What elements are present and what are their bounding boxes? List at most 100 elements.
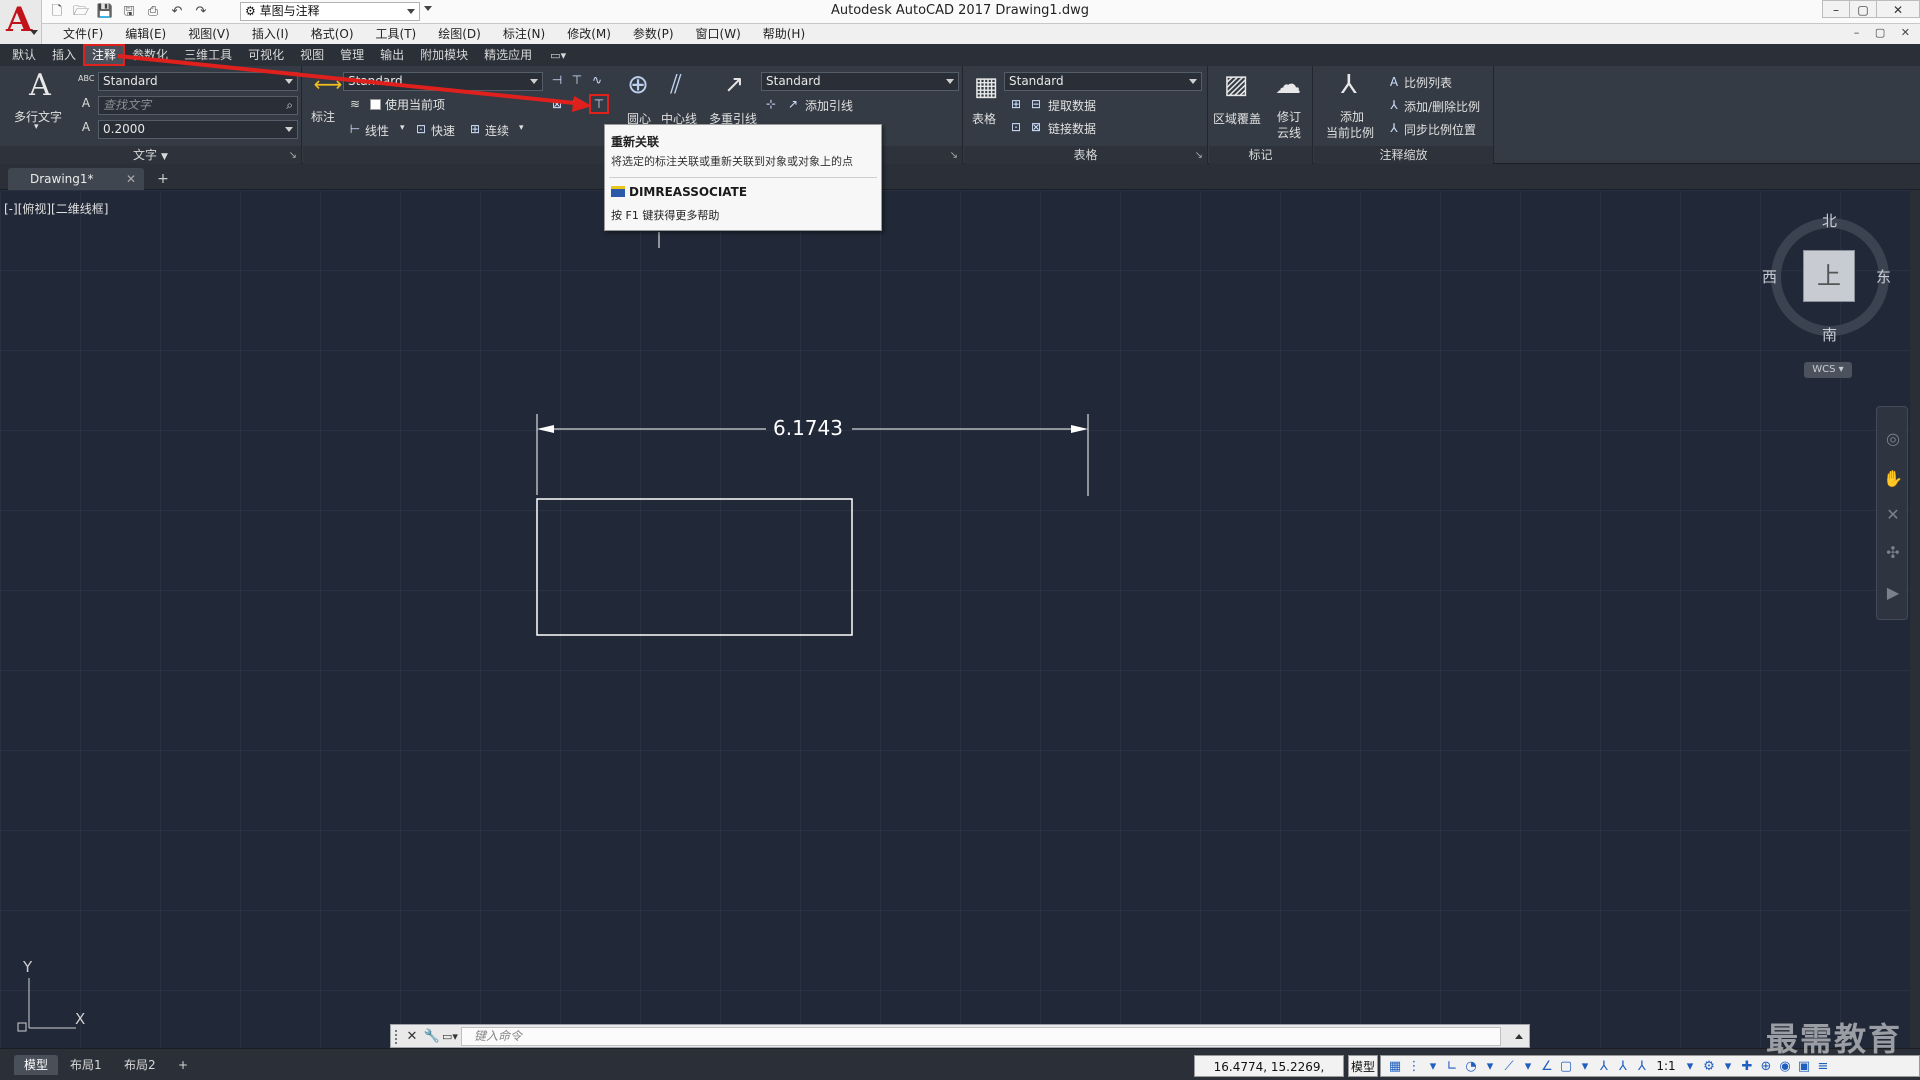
customize-icon[interactable]: 🔧: [423, 1028, 441, 1046]
model-space-button[interactable]: 模型: [1348, 1055, 1378, 1077]
save-icon[interactable]: 💾: [96, 3, 114, 21]
reassociate-icon[interactable]: ⊤: [589, 94, 609, 114]
menu-modify[interactable]: 修改(M): [556, 24, 622, 44]
tab-insert[interactable]: 插入: [44, 45, 84, 65]
tab-3d-tools[interactable]: 三维工具: [176, 45, 240, 65]
dim-break-icon[interactable]: ⊣: [549, 72, 565, 88]
grid-icon[interactable]: ▦: [1387, 1059, 1403, 1074]
link-data-icon[interactable]: ⊠: [1028, 119, 1044, 135]
layout-tab-model[interactable]: 模型: [14, 1055, 59, 1075]
linear-dim-label[interactable]: 线性: [365, 122, 389, 139]
menu-file[interactable]: 文件(F): [52, 24, 114, 44]
showmotion-icon[interactable]: ▶: [1883, 583, 1903, 603]
menu-insert[interactable]: 插入(I): [241, 24, 300, 44]
table-tool-icon[interactable]: ⊞: [1008, 96, 1024, 112]
auto-scale-icon[interactable]: ⅄: [1615, 1059, 1631, 1074]
isolate-icon[interactable]: ⊕: [1758, 1059, 1774, 1074]
annotation-visibility-icon[interactable]: ⅄: [1596, 1059, 1612, 1074]
mtext-icon[interactable]: A: [22, 68, 58, 103]
tab-default[interactable]: 默认: [4, 45, 44, 65]
extract-data-label[interactable]: 提取数据: [1048, 97, 1096, 114]
wipeout-icon[interactable]: ▨: [1219, 70, 1253, 100]
sync-scale-icon[interactable]: ⅄: [1386, 120, 1402, 136]
object-snap-tracking-icon[interactable]: ∠: [1539, 1059, 1555, 1074]
hardware-accel-icon[interactable]: ◉: [1777, 1059, 1793, 1074]
sync-scale-label[interactable]: 同步比例位置: [1404, 121, 1476, 138]
chevron-down-icon[interactable]: ▾: [1482, 1059, 1498, 1074]
zoom-extents-icon[interactable]: ✕: [1883, 505, 1903, 525]
chevron-down-icon[interactable]: ▾: [400, 123, 405, 133]
table-link-icon[interactable]: ⊡: [1008, 119, 1024, 135]
layout-tab-1[interactable]: 布局1: [60, 1055, 112, 1075]
chevron-down-icon[interactable]: ▾: [1520, 1059, 1536, 1074]
dimension-style-select[interactable]: Standard: [343, 72, 543, 91]
menu-view[interactable]: 视图(V): [177, 24, 241, 44]
center-mark-icon[interactable]: ⊕: [623, 70, 653, 100]
scale-list-icon[interactable]: A: [1386, 74, 1402, 90]
dimension-icon[interactable]: ⟷: [313, 72, 343, 96]
chevron-up-icon[interactable]: [1515, 1034, 1523, 1039]
compass-south[interactable]: 南: [1822, 324, 1837, 345]
close-icon[interactable]: ✕: [126, 168, 136, 190]
panel-markup-title[interactable]: 标记: [1209, 146, 1312, 164]
redo-icon[interactable]: ↷: [192, 3, 210, 21]
table-style-select[interactable]: Standard: [1004, 72, 1202, 91]
minimize-button[interactable]: –: [1822, 0, 1850, 18]
customize-menu-icon[interactable]: ≡: [1815, 1059, 1831, 1074]
compass-west[interactable]: 西: [1762, 266, 1777, 287]
update-icon[interactable]: ⊟: [569, 96, 585, 112]
tab-visualize[interactable]: 可视化: [240, 45, 292, 65]
dimension-layer-select[interactable]: 使用当前项: [365, 96, 543, 115]
menu-dimension[interactable]: 标注(N): [492, 24, 556, 44]
revcloud-label-2[interactable]: 云线: [1277, 124, 1301, 141]
qat-customize-icon[interactable]: [424, 6, 432, 11]
continue-dim-label[interactable]: 连续: [485, 122, 509, 139]
tab-view[interactable]: 视图: [292, 45, 332, 65]
viewcube-top-face[interactable]: 上: [1803, 250, 1855, 302]
extract-data-icon[interactable]: ⊟: [1028, 96, 1044, 112]
dialog-launcher-icon[interactable]: ↘: [289, 147, 297, 165]
dialog-launcher-icon[interactable]: ↘: [950, 147, 958, 165]
panel-text-title[interactable]: 文字 ▼ ↘: [0, 146, 301, 164]
link-data-label[interactable]: 链接数据: [1048, 120, 1096, 137]
menu-help[interactable]: 帮助(H): [752, 24, 816, 44]
chevron-down-icon[interactable]: ▾: [1720, 1059, 1736, 1074]
chevron-down-icon[interactable]: ▾: [519, 123, 524, 133]
layout-tab-2[interactable]: 布局2: [114, 1055, 166, 1075]
text-height-select[interactable]: 0.2000: [98, 120, 298, 139]
clean-screen-icon[interactable]: ▣: [1796, 1059, 1812, 1074]
workspace-select[interactable]: ⚙ 草图与注释: [240, 2, 420, 21]
centerline-icon[interactable]: ⫽: [661, 70, 691, 101]
new-icon[interactable]: 🗋: [48, 3, 66, 21]
tab-annotate[interactable]: 注释: [83, 44, 126, 66]
tab-output[interactable]: 输出: [372, 45, 412, 65]
multileader-style-select[interactable]: Standard: [761, 72, 959, 91]
add-leader-icon[interactable]: ↗: [785, 96, 801, 112]
text-style-select[interactable]: Standard: [98, 72, 298, 91]
continue-dim-icon[interactable]: ⊞: [467, 121, 483, 137]
document-window-controls[interactable]: – ▢ ✕: [1854, 26, 1916, 39]
application-menu-button[interactable]: A: [0, 0, 42, 44]
table-icon[interactable]: ▦: [970, 72, 1002, 102]
ribbon-toggle-icon[interactable]: ▭▾: [550, 49, 566, 62]
plus-icon[interactable]: ✚: [1739, 1059, 1755, 1074]
dimension-text[interactable]: 6.1743: [773, 416, 843, 440]
close-icon[interactable]: ✕: [403, 1028, 421, 1046]
annotation-scale-value[interactable]: 1:1: [1653, 1059, 1679, 1073]
add-delete-scale-icon[interactable]: ⅄: [1386, 97, 1402, 113]
menu-edit[interactable]: 编辑(E): [114, 24, 177, 44]
menu-window[interactable]: 窗口(W): [685, 24, 752, 44]
menu-parametric[interactable]: 参数(P): [622, 24, 685, 44]
ortho-icon[interactable]: ∟: [1444, 1059, 1460, 1074]
open-icon[interactable]: 🗁: [72, 3, 90, 21]
chevron-down-icon[interactable]: ▾: [1577, 1059, 1593, 1074]
dialog-launcher-icon[interactable]: ↘: [1195, 147, 1203, 165]
add-leader-label[interactable]: 添加引线: [805, 97, 853, 114]
panel-scaling-title[interactable]: 注释缩放: [1314, 146, 1493, 164]
snap-icon[interactable]: ⋮: [1406, 1059, 1422, 1074]
viewport-controls[interactable]: [-][俯视][二维线框]: [4, 200, 108, 217]
add-delete-scale-label[interactable]: 添加/删除比例: [1404, 98, 1480, 115]
recent-commands-icon[interactable]: ▭▾: [441, 1028, 459, 1046]
drag-handle[interactable]: [395, 1030, 399, 1044]
dimension-label[interactable]: 标注: [311, 108, 335, 125]
